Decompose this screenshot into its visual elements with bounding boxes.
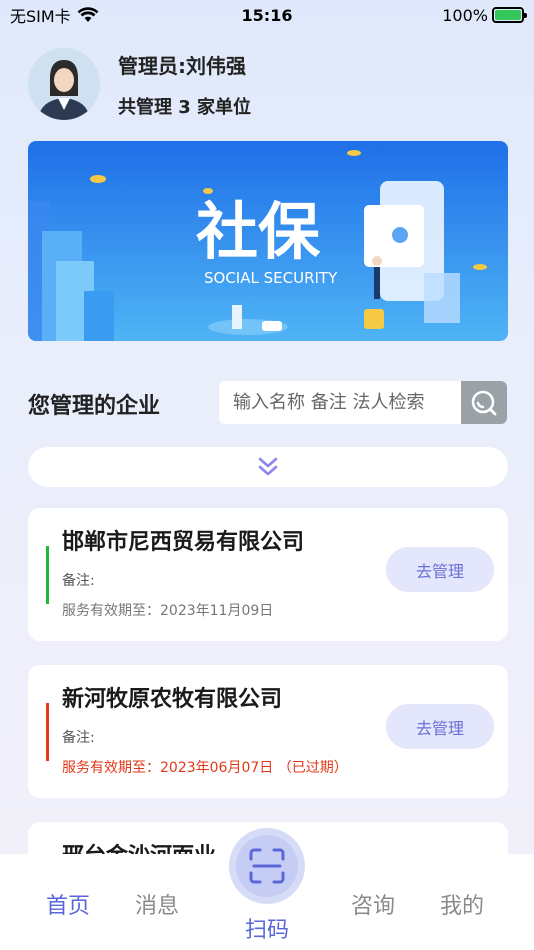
search-input[interactable] [219, 381, 461, 424]
manage-button[interactable]: 去管理 [386, 704, 494, 749]
status-left: 无SIM卡 [10, 3, 99, 27]
tab-mine[interactable]: 我的 [440, 888, 484, 920]
battery-percent: 100% [442, 5, 488, 25]
chevron-double-down-icon [258, 457, 278, 476]
status-indicator [46, 703, 49, 761]
company-expiry: 服务有效期至：2023年06月07日 （已过期） [62, 760, 348, 776]
status-right: 100% [442, 5, 527, 25]
manage-button[interactable]: 去管理 [386, 547, 494, 592]
company-note: 备注: [62, 573, 95, 589]
company-card[interactable]: 邯郸市尼西贸易有限公司 备注: 服务有效期至：2023年11月09日 去管理 [28, 508, 508, 641]
expand-list-button[interactable] [28, 447, 508, 487]
battery-icon [492, 7, 527, 23]
scan-button[interactable] [229, 828, 305, 904]
tab-consult[interactable]: 咨询 [351, 888, 395, 920]
search-button[interactable] [461, 381, 507, 424]
companies-section-title: 您管理的企业 [28, 394, 161, 419]
carrier-label: 无SIM卡 [10, 7, 71, 26]
banner-subtitle: SOCIAL SECURITY [204, 269, 338, 287]
admin-profile: 管理员:刘伟强 共管理 3 家单位 [28, 48, 251, 120]
company-expiry: 服务有效期至：2023年11月09日 [62, 603, 274, 619]
company-note: 备注: [62, 730, 95, 746]
tab-scan-label[interactable]: 扫码 [245, 912, 289, 944]
company-name: 邯郸市尼西贸易有限公司 [62, 530, 305, 555]
scan-icon [249, 848, 285, 884]
wifi-icon [77, 7, 99, 22]
search-icon [471, 390, 497, 415]
avatar [28, 48, 100, 120]
profile-text: 管理员:刘伟强 共管理 3 家单位 [118, 50, 251, 119]
banner-card-text: 社保卡 [368, 217, 398, 230]
tab-home[interactable]: 首页 [46, 888, 90, 920]
banner-title: 社保 [196, 195, 321, 268]
social-security-banner[interactable]: 社保卡 社保 SOCIAL SECURITY [28, 141, 508, 341]
search-box [219, 381, 507, 424]
status-indicator [46, 546, 49, 604]
company-card[interactable]: 新河牧原农牧有限公司 备注: 服务有效期至：2023年06月07日 （已过期） … [28, 665, 508, 798]
scan-button-inner [236, 835, 298, 897]
status-bar: 无SIM卡 15:16 100% [0, 0, 534, 30]
tab-messages[interactable]: 消息 [135, 888, 179, 920]
unit-count: 共管理 3 家单位 [118, 96, 252, 118]
admin-name: 管理员:刘伟强 [118, 53, 246, 78]
company-name: 新河牧原农牧有限公司 [62, 687, 283, 712]
